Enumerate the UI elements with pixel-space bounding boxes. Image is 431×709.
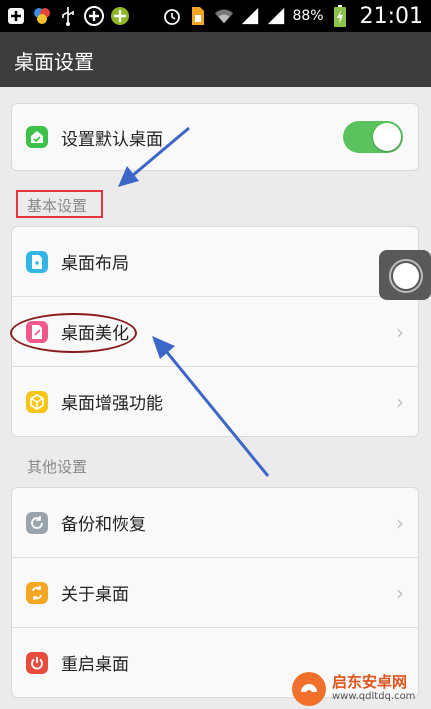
arrow-to-beautify [152,336,270,477]
annotation-arrows [118,126,270,477]
arrow-to-basic-settings [118,126,190,187]
watermark-title: 启东安卓网 [332,673,408,692]
watermark-url: www.qdltdq.com [332,690,416,702]
watermark: 启东安卓网 www.qdltdq.com [292,668,431,709]
watermark-logo [292,671,326,706]
